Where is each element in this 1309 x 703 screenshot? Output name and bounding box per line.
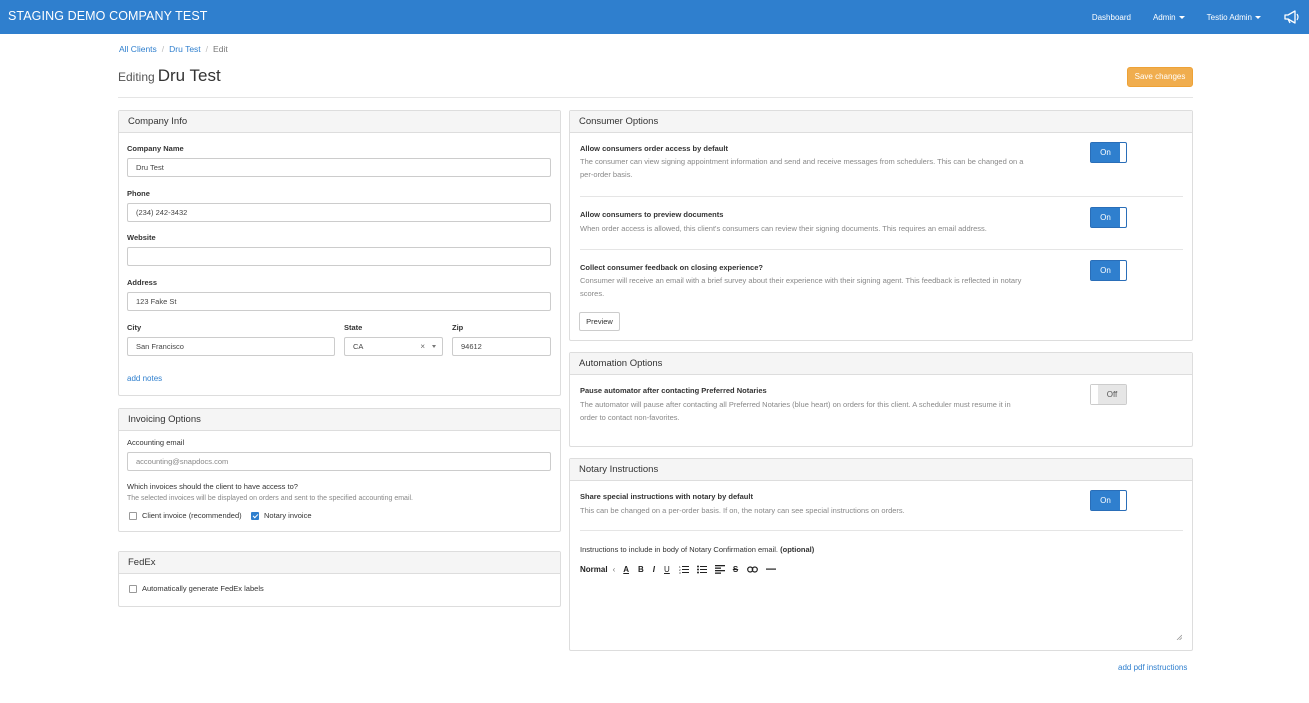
fedex-panel: FedEx (118, 551, 561, 607)
option-divider (580, 196, 1183, 197)
nav-user-label: Testio Admin (1206, 12, 1252, 22)
pause-automator-help: The automator will pause after contactin… (580, 400, 1011, 422)
megaphone-icon[interactable] (1283, 9, 1303, 25)
option-divider (580, 249, 1183, 250)
select-caret-icon (432, 345, 436, 348)
breadcrumb-current: Edit (213, 44, 228, 54)
editor-label: Instructions to include in body of Notar… (580, 545, 815, 554)
caret-down-icon (1178, 15, 1185, 19)
toggle-on-label: On (1091, 143, 1120, 162)
company-name-input[interactable]: Dru Test (127, 158, 551, 177)
toggle-on-label: On (1091, 491, 1120, 510)
editor-toolbar: Normal ‹ A B I U 123 S (580, 561, 777, 577)
invoice-access-help: The selected invoices will be displayed … (127, 495, 413, 502)
phone-input[interactable]: (234) 242-3432 (127, 203, 551, 222)
website-label: Website (127, 233, 156, 242)
consumer-feedback-help: Consumer will receive an email with a br… (580, 276, 1022, 298)
consumer-feedback-title: Collect consumer feedback on closing exp… (580, 263, 763, 272)
client-invoice-label: Client invoice (recommended) (142, 511, 242, 520)
font-color-icon[interactable]: A (623, 565, 629, 574)
invoice-access-question: Which invoices should the client to have… (127, 482, 298, 491)
notary-invoice-label: Notary invoice (264, 511, 312, 520)
fedex-labels-label: Automatically generate FedEx labels (142, 584, 264, 593)
page-title-prefix: Editing (118, 70, 155, 84)
preview-documents-help: When order access is allowed, this clien… (580, 224, 987, 233)
order-access-help: The consumer can view signing appointmen… (580, 157, 1024, 179)
zip-input[interactable]: 94612 (452, 337, 551, 356)
preview-documents-toggle[interactable]: On (1090, 207, 1127, 228)
company-info-title: Company Info (119, 111, 560, 133)
nav-admin-label: Admin (1152, 12, 1176, 22)
add-pdf-instructions-link[interactable]: add pdf instructions (1118, 663, 1187, 672)
bullet-list-icon[interactable] (696, 565, 707, 574)
notary-instructions-title: Notary Instructions (570, 459, 1192, 481)
state-select-value: CA (353, 342, 364, 351)
svg-text:3: 3 (679, 571, 681, 574)
breadcrumb-all-clients[interactable]: All Clients (119, 44, 157, 54)
address-label: Address (127, 278, 158, 287)
pause-automator-toggle[interactable]: Off (1090, 384, 1127, 405)
share-instructions-help: This can be changed on a per-order basis… (580, 506, 905, 515)
bold-icon[interactable]: B (638, 565, 644, 574)
instructions-editor[interactable] (576, 578, 1184, 642)
preview-documents-title: Allow consumers to preview documents (580, 210, 724, 219)
header-divider (118, 97, 1193, 98)
horizontal-rule-icon[interactable] (766, 567, 777, 571)
notary-invoice-checkbox[interactable] (251, 512, 259, 520)
underline-icon[interactable]: U (664, 565, 670, 574)
caret-down-icon (1255, 15, 1261, 19)
company-name-label: Company Name (127, 144, 184, 153)
ordered-list-icon[interactable]: 123 (679, 565, 689, 574)
toggle-on-label: On (1091, 261, 1120, 280)
brand-title[interactable]: STAGING DEMO COMPANY TEST (8, 9, 208, 23)
accounting-email-label: Accounting email (127, 438, 185, 447)
option-divider (580, 530, 1183, 531)
breadcrumb: All Clients / Dru Test / Edit (119, 44, 228, 54)
link-icon[interactable] (747, 565, 759, 573)
phone-label: Phone (127, 189, 150, 198)
nav-user-dropdown[interactable]: Testio Admin (1207, 13, 1261, 22)
nav-admin-dropdown[interactable]: Admin (1153, 13, 1185, 22)
editor-optional: (optional) (780, 545, 815, 554)
state-select[interactable]: CA × (344, 337, 443, 356)
page-title: Editing Dru Test (118, 66, 221, 86)
order-access-toggle[interactable]: On (1090, 142, 1127, 163)
breadcrumb-client[interactable]: Dru Test (169, 44, 201, 54)
zip-label: Zip (452, 323, 464, 332)
page-title-name: Dru Test (157, 66, 221, 85)
top-navbar: STAGING DEMO COMPANY TEST Dashboard Admi… (0, 0, 1309, 34)
consumer-options-title: Consumer Options (570, 111, 1192, 133)
italic-icon[interactable]: I (653, 565, 655, 574)
add-notes-link[interactable]: add notes (127, 374, 162, 383)
share-instructions-toggle[interactable]: On (1090, 490, 1127, 511)
align-icon[interactable] (714, 564, 725, 574)
strikethrough-icon[interactable]: S (733, 565, 738, 574)
nav-dashboard-link[interactable]: Dashboard (1092, 13, 1131, 22)
format-select[interactable]: Normal ‹ (580, 565, 615, 574)
city-label: City (127, 323, 142, 332)
toggle-on-label: On (1091, 208, 1120, 227)
clear-x-icon[interactable]: × (420, 338, 425, 355)
city-input[interactable]: San Francisco (127, 337, 335, 356)
client-invoice-checkbox[interactable] (129, 512, 137, 520)
invoicing-options-title: Invoicing Options (119, 409, 560, 431)
consumer-feedback-toggle[interactable]: On (1090, 260, 1127, 281)
pause-automator-title: Pause automator after contacting Preferr… (580, 386, 767, 395)
fedex-title: FedEx (119, 552, 560, 574)
website-input[interactable] (127, 247, 551, 266)
accounting-email-input[interactable]: accounting@snapdocs.com (127, 452, 551, 471)
share-instructions-title: Share special instructions with notary b… (580, 492, 753, 501)
save-changes-button[interactable]: Save changes (1127, 67, 1193, 87)
preview-button[interactable]: Preview (579, 312, 620, 331)
state-label: State (344, 323, 363, 332)
fedex-labels-checkbox[interactable] (129, 585, 137, 593)
address-input[interactable]: 123 Fake St (127, 292, 551, 311)
resize-handle-icon[interactable] (1176, 634, 1182, 640)
automation-options-title: Automation Options (570, 353, 1192, 375)
toggle-off-label: Off (1098, 385, 1126, 404)
order-access-title: Allow consumers order access by default (580, 144, 728, 153)
nav-right: Dashboard Admin Testio Admin (1092, 0, 1309, 34)
